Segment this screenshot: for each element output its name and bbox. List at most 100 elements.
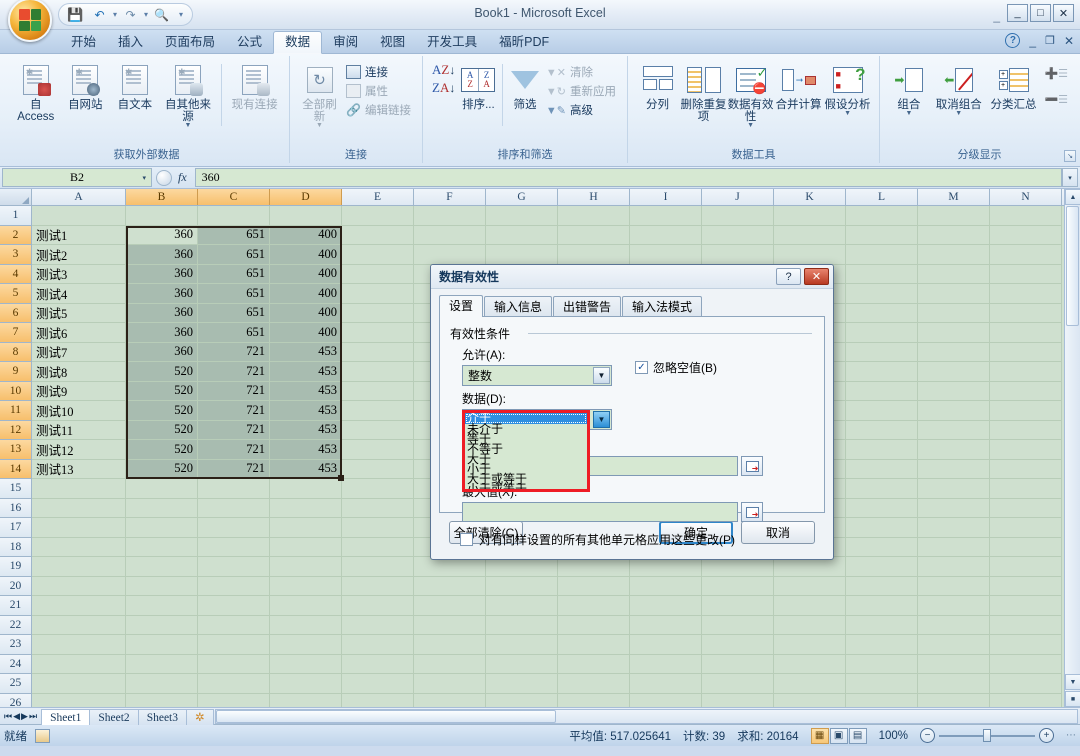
row-header-2[interactable]: 2 (0, 226, 32, 246)
cell-N16[interactable] (990, 499, 1062, 519)
what-if-analysis-button[interactable]: ■ ■ ? 假设分析 ▼ (823, 60, 872, 119)
edit-links-button[interactable]: 🔗 编辑链接 (342, 101, 415, 119)
row-header-1[interactable]: 1 (0, 206, 32, 226)
cell-E23[interactable] (342, 635, 414, 655)
scroll-down-button[interactable]: ▼ (1065, 674, 1080, 690)
cell-A20[interactable] (32, 577, 126, 597)
cell-A19[interactable] (32, 557, 126, 577)
cell-H25[interactable] (558, 674, 630, 694)
cell-M22[interactable] (918, 616, 990, 636)
cell-D2[interactable]: 400 (270, 226, 342, 246)
row-header-11[interactable]: 11 (0, 401, 32, 421)
cell-B14[interactable]: 520 (126, 460, 198, 480)
cell-D12[interactable]: 453 (270, 421, 342, 441)
cell-C26[interactable] (198, 694, 270, 708)
cell-D17[interactable] (270, 518, 342, 538)
cell-G25[interactable] (486, 674, 558, 694)
cell-G1[interactable] (486, 206, 558, 226)
text-to-columns-button[interactable]: 分列 (635, 60, 680, 113)
cell-C24[interactable] (198, 655, 270, 675)
cell-M15[interactable] (918, 479, 990, 499)
cell-D11[interactable]: 453 (270, 401, 342, 421)
column-header-K[interactable]: K (774, 189, 846, 205)
reapply-filter-button[interactable]: ▼↻ 重新应用 (542, 82, 620, 100)
prev-sheet-button[interactable]: ◀ (13, 711, 20, 722)
cell-A18[interactable] (32, 538, 126, 558)
cell-H23[interactable] (558, 635, 630, 655)
last-sheet-button[interactable]: ⏭ (29, 711, 37, 722)
cell-J2[interactable] (702, 226, 774, 246)
allow-combobox[interactable]: 整数 ▼ (462, 365, 612, 386)
row-header-16[interactable]: 16 (0, 499, 32, 519)
connections-button[interactable]: 连接 (342, 63, 415, 81)
cell-B1[interactable] (126, 206, 198, 226)
tab-foxitpdf[interactable]: 福昕PDF (488, 31, 560, 53)
cell-L21[interactable] (846, 596, 918, 616)
cell-N11[interactable] (990, 401, 1062, 421)
cell-M4[interactable] (918, 265, 990, 285)
cell-N22[interactable] (990, 616, 1062, 636)
cell-M13[interactable] (918, 440, 990, 460)
cell-E22[interactable] (342, 616, 414, 636)
cell-M6[interactable] (918, 304, 990, 324)
cell-M19[interactable] (918, 557, 990, 577)
cell-D26[interactable] (270, 694, 342, 708)
cell-C21[interactable] (198, 596, 270, 616)
cell-F23[interactable] (414, 635, 486, 655)
ungroup-button[interactable]: ⬅ 取消组合 ▼ (931, 60, 987, 119)
cell-H22[interactable] (558, 616, 630, 636)
row-header-5[interactable]: 5 (0, 284, 32, 304)
cell-C15[interactable] (198, 479, 270, 499)
column-header-D[interactable]: D (270, 189, 342, 205)
cell-D20[interactable] (270, 577, 342, 597)
consolidate-button[interactable]: ➞ 合并计算 (774, 60, 823, 113)
select-all-corner[interactable] (0, 189, 32, 205)
allow-chevron-down-icon[interactable]: ▼ (593, 367, 610, 384)
cell-B7[interactable]: 360 (126, 323, 198, 343)
cell-A15[interactable] (32, 479, 126, 499)
cell-L22[interactable] (846, 616, 918, 636)
cell-E18[interactable] (342, 538, 414, 558)
cell-K20[interactable] (774, 577, 846, 597)
cell-L26[interactable] (846, 694, 918, 708)
dialog-close-button[interactable]: ✕ (804, 268, 829, 285)
cell-G21[interactable] (486, 596, 558, 616)
cell-B11[interactable]: 520 (126, 401, 198, 421)
next-sheet-button[interactable]: ▶ (21, 711, 28, 722)
row-header-6[interactable]: 6 (0, 304, 32, 324)
cell-N21[interactable] (990, 596, 1062, 616)
cell-N23[interactable] (990, 635, 1062, 655)
cell-A5[interactable]: 测试4 (32, 284, 126, 304)
cell-B2[interactable]: 360 (126, 226, 198, 246)
cell-E26[interactable] (342, 694, 414, 708)
horizontal-scrollbar[interactable] (215, 709, 1078, 724)
cell-E9[interactable] (342, 362, 414, 382)
tab-yemianbuju[interactable]: 页面布局 (154, 31, 226, 53)
cell-C7[interactable]: 651 (198, 323, 270, 343)
dialog-tab-error-alert[interactable]: 出错警告 (553, 296, 621, 316)
cell-B26[interactable] (126, 694, 198, 708)
cell-A10[interactable]: 测试9 (32, 382, 126, 402)
cell-J20[interactable] (702, 577, 774, 597)
cell-A14[interactable]: 测试13 (32, 460, 126, 480)
cell-D19[interactable] (270, 557, 342, 577)
cell-E21[interactable] (342, 596, 414, 616)
data-dropdown-list[interactable]: 介于未介于等于不等于大于小于大于或等于小于或等于 (462, 410, 590, 492)
from-text-button[interactable]: ✱ 自文本 (110, 60, 160, 113)
group-caret-icon[interactable]: ▼ (905, 111, 912, 117)
vertical-scroll-thumb[interactable] (1066, 206, 1079, 326)
cell-C14[interactable]: 721 (198, 460, 270, 480)
cell-F3[interactable] (414, 245, 486, 265)
cell-J26[interactable] (702, 694, 774, 708)
cell-L20[interactable] (846, 577, 918, 597)
cell-L24[interactable] (846, 655, 918, 675)
cell-C11[interactable]: 721 (198, 401, 270, 421)
cell-E7[interactable] (342, 323, 414, 343)
sort-descending-button[interactable]: ZA↓ (432, 82, 455, 94)
cell-I25[interactable] (630, 674, 702, 694)
tab-kaifagongju[interactable]: 开发工具 (416, 31, 488, 53)
cell-M26[interactable] (918, 694, 990, 708)
cell-B4[interactable]: 360 (126, 265, 198, 285)
cell-B23[interactable] (126, 635, 198, 655)
cell-A3[interactable]: 测试2 (32, 245, 126, 265)
